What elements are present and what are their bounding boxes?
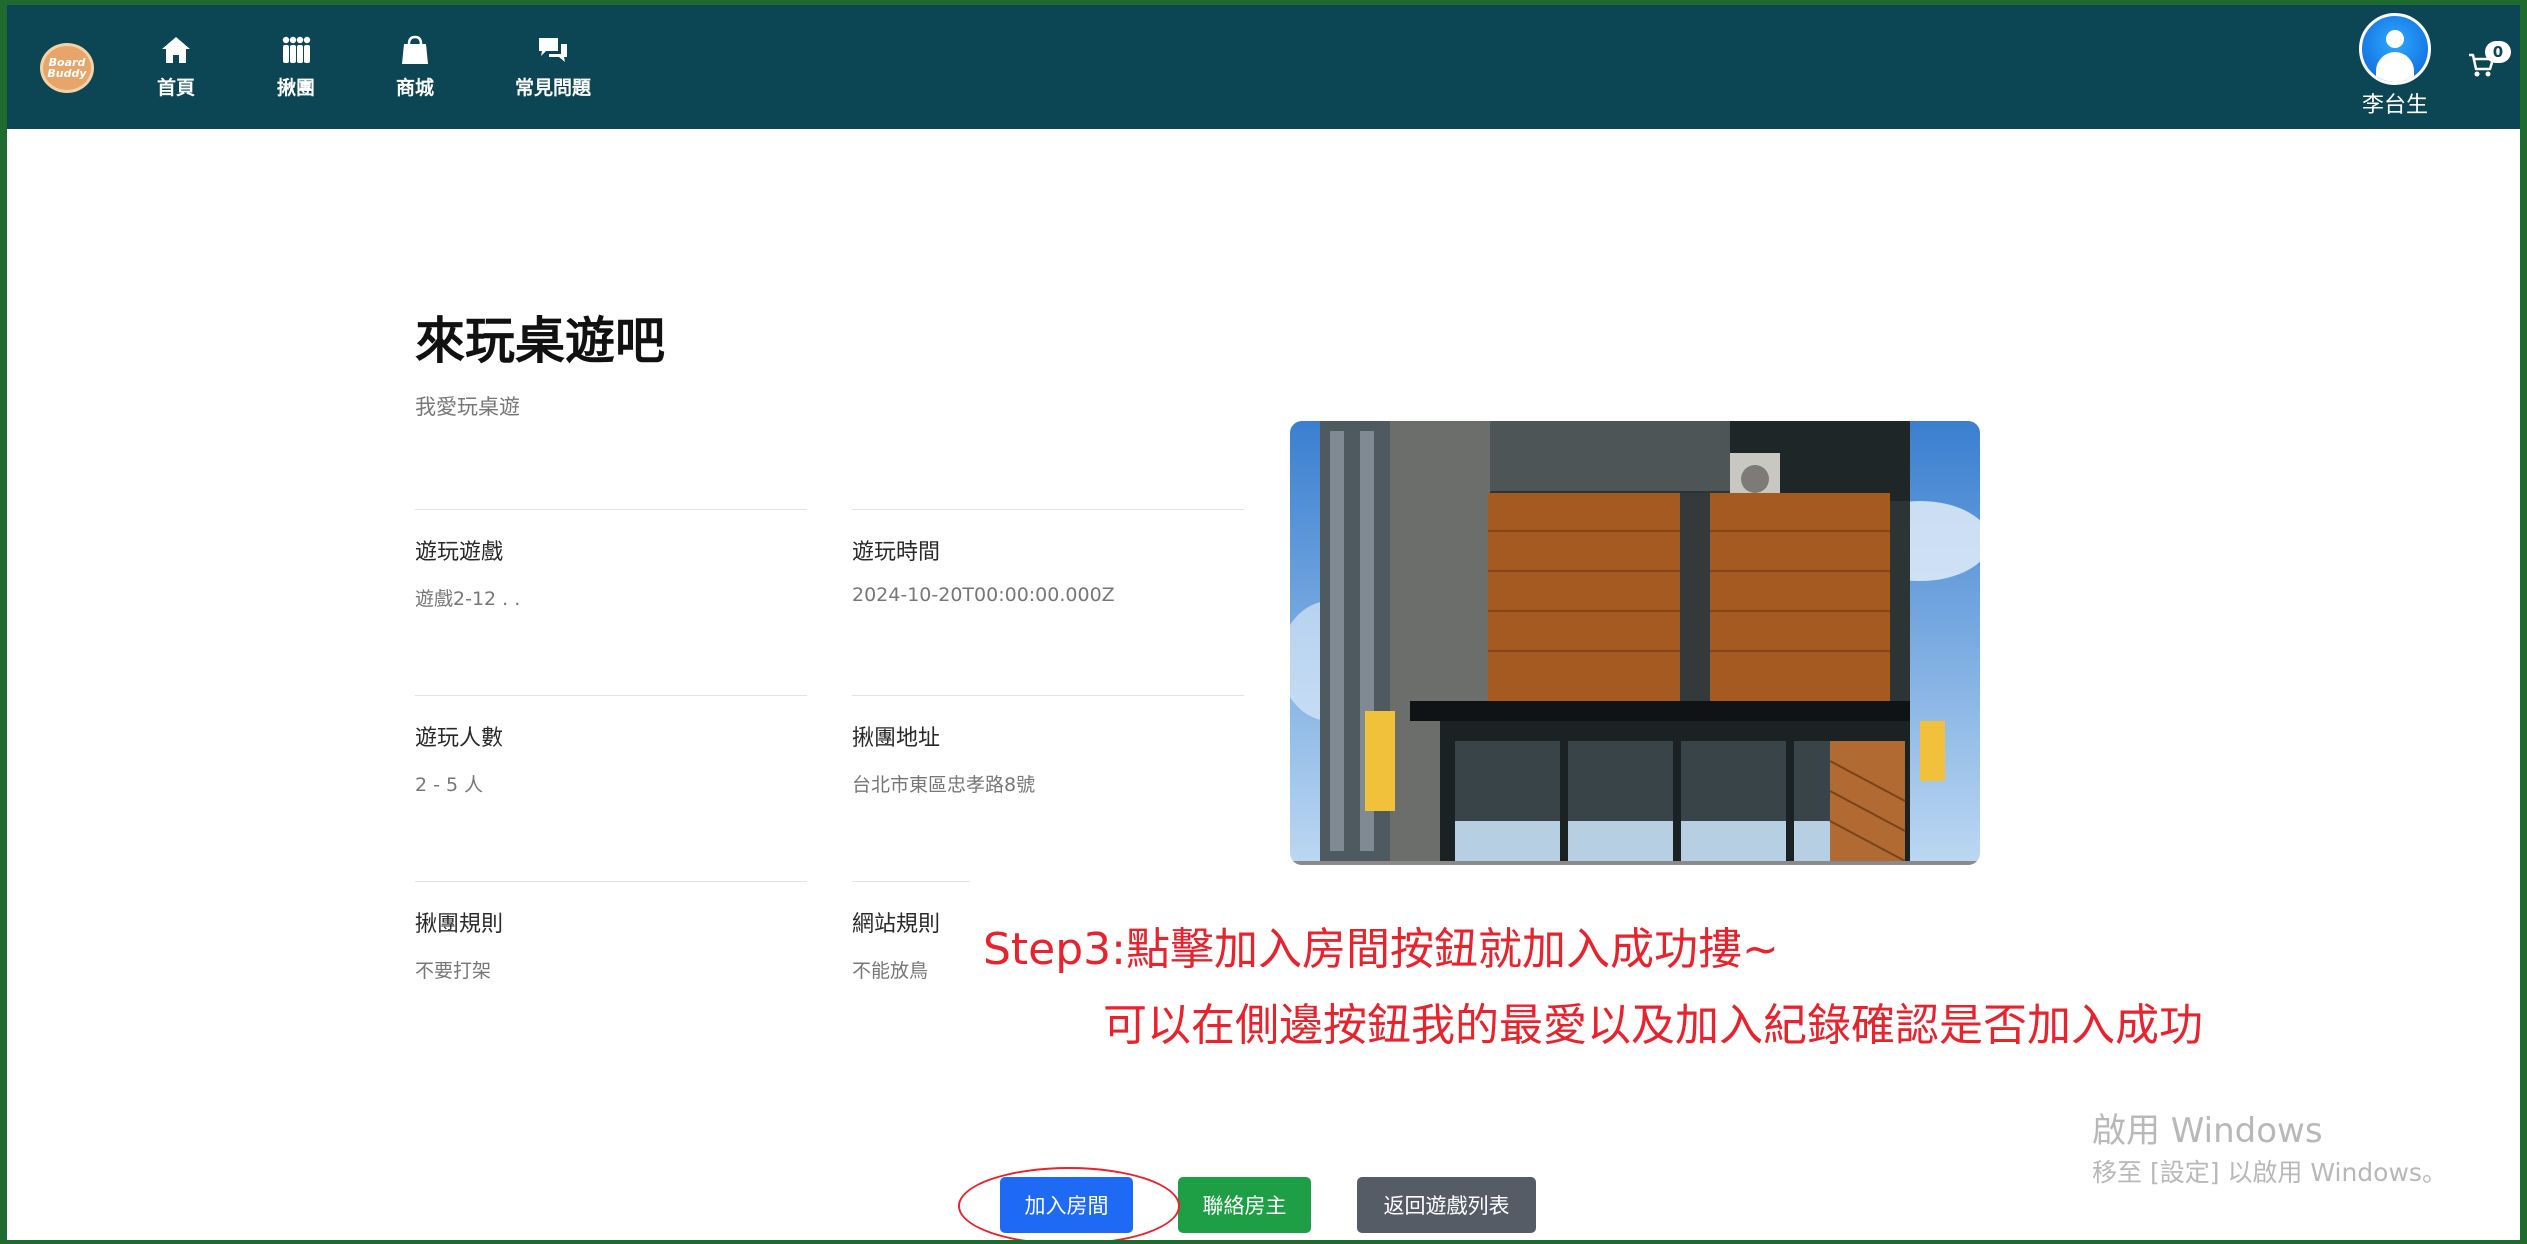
field-label: 揪團地址 — [852, 726, 941, 751]
home-icon — [162, 37, 190, 63]
field-label: 揪團規則 — [415, 912, 504, 937]
nav-item-label: 首頁 — [157, 77, 196, 99]
join-room-button[interactable]: 加入房間 — [1000, 1177, 1133, 1233]
field-value: 不能放鳥 — [852, 960, 929, 982]
field-game: 遊玩遊戲 遊戲2-12 . . — [415, 509, 807, 611]
nav-item-home[interactable]: 首頁 — [157, 35, 195, 100]
field-value: 台北市東區忠孝路8號 — [852, 774, 1036, 796]
brand-logo[interactable]: Board Buddy — [40, 43, 94, 93]
chat-icon — [539, 38, 567, 62]
cart-count-badge: 0 — [2485, 41, 2511, 63]
avatar[interactable] — [2359, 13, 2431, 85]
field-value: 2 - 5 人 — [415, 774, 484, 796]
field-players: 遊玩人數 2 - 5 人 — [415, 695, 807, 797]
contact-host-button[interactable]: 聯絡房主 — [1178, 1177, 1311, 1233]
field-group-rules: 揪團規則 不要打架 — [415, 881, 807, 983]
windows-activation-subtitle: 移至 [設定] 以啟用 Windows。 — [2092, 1158, 2447, 1187]
venue-photo — [1290, 421, 1980, 865]
annotation-step3: Step3:點擊加入房間按鈕就加入成功摟~ — [983, 924, 1779, 975]
nav-item-group[interactable]: 揪團 — [277, 35, 315, 100]
app-window: Board Buddy 首頁 揪團 商城 常見問題 李台生 0 來玩桌遊吧 我愛… — [7, 5, 2520, 1240]
nav-item-faq[interactable]: 常見問題 — [515, 35, 591, 100]
field-label: 遊玩時間 — [852, 540, 941, 565]
field-site-rules: 網站規則 不能放鳥 — [852, 881, 970, 983]
nav-item-label: 商城 — [396, 77, 435, 99]
shopping-bag-icon — [402, 35, 428, 64]
page-subtitle: 我愛玩桌遊 — [415, 395, 520, 419]
nav-item-label: 揪團 — [277, 77, 316, 99]
field-label: 遊玩人數 — [415, 726, 504, 751]
field-value: 遊戲2-12 . . — [415, 588, 521, 610]
field-label: 網站規則 — [852, 912, 941, 937]
user-menu[interactable]: 李台生 — [2355, 13, 2435, 119]
field-value: 不要打架 — [415, 960, 492, 982]
field-time: 遊玩時間 2024-10-20T00:00:00.000Z — [852, 509, 1244, 606]
page-title: 來玩桌遊吧 — [415, 312, 665, 370]
top-navbar: Board Buddy 首頁 揪團 商城 常見問題 李台生 0 — [7, 5, 2520, 129]
nav-item-label: 常見問題 — [515, 77, 592, 99]
back-to-list-button[interactable]: 返回遊戲列表 — [1357, 1177, 1536, 1233]
windows-activation-title: 啟用 Windows — [2092, 1111, 2323, 1151]
building-image — [1290, 421, 1980, 865]
nav-item-shop[interactable]: 商城 — [396, 35, 434, 100]
annotation-note: 可以在側邊按鈕我的最愛以及加入紀錄確認是否加入成功 — [1103, 1000, 2203, 1051]
group-icon — [282, 36, 311, 63]
field-address: 揪團地址 台北市東區忠孝路8號 — [852, 695, 1244, 797]
user-name: 李台生 — [2361, 93, 2428, 118]
cart-button[interactable]: 0 — [2467, 41, 2511, 87]
field-value: 2024-10-20T00:00:00.000Z — [852, 584, 1115, 606]
field-label: 遊玩遊戲 — [415, 540, 504, 565]
